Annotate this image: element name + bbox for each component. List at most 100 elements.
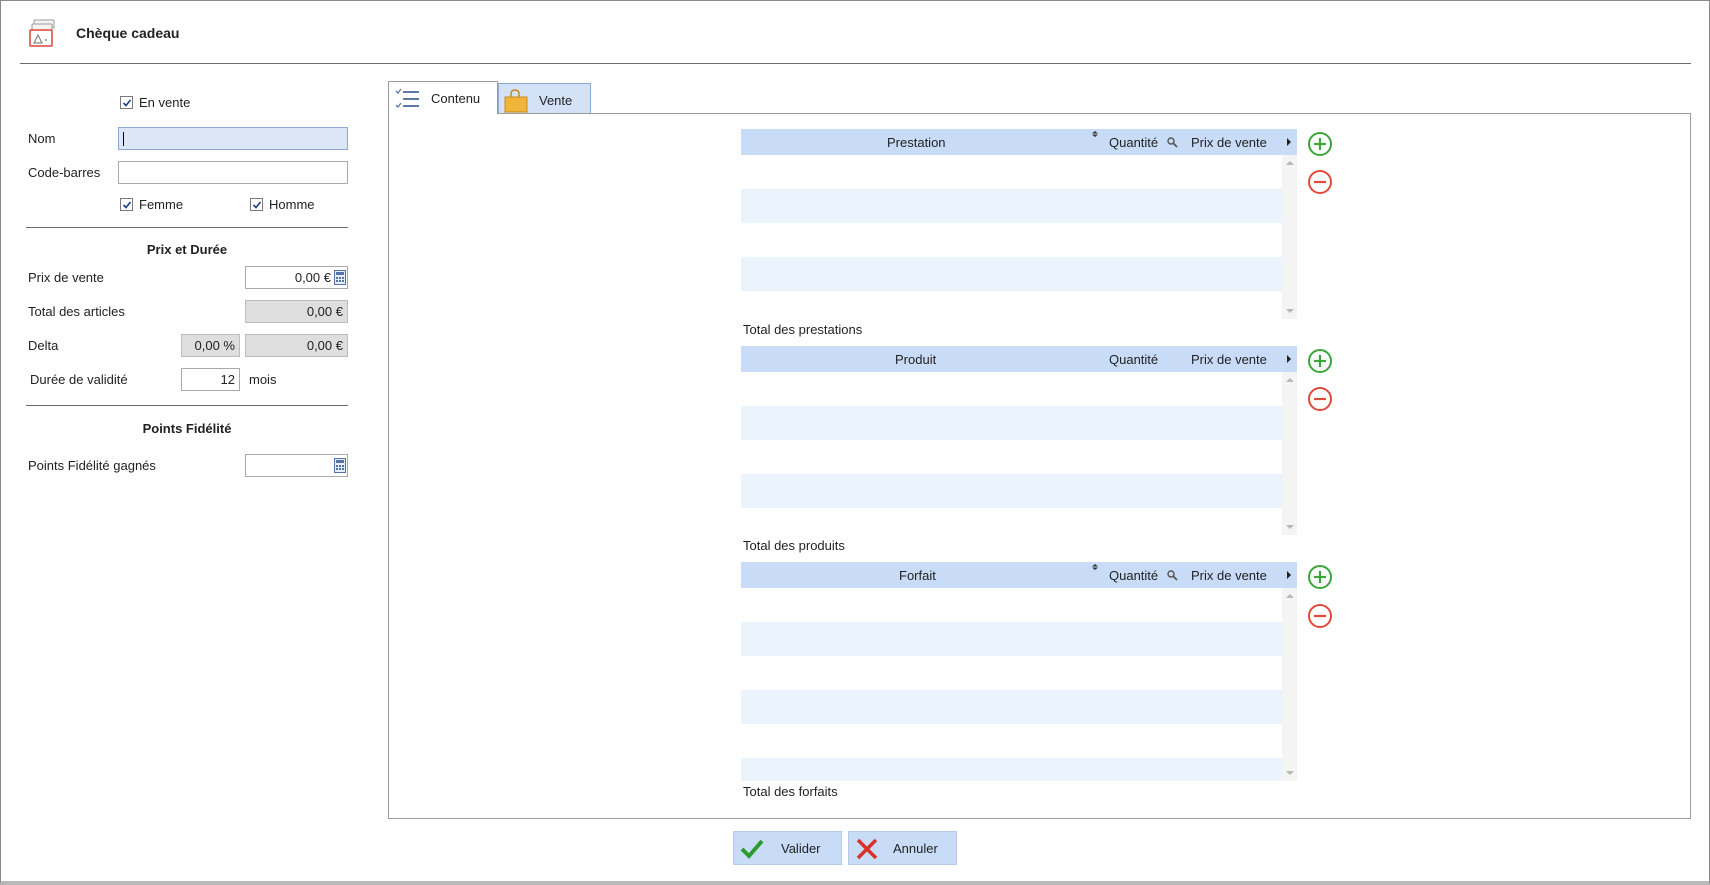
table-row[interactable] xyxy=(741,440,1282,474)
en-vente-checkbox[interactable] xyxy=(120,96,133,109)
nom-label: Nom xyxy=(28,131,56,146)
remove-forfait-button[interactable] xyxy=(1307,603,1333,629)
homme-label: Homme xyxy=(269,197,315,212)
tab-vente-label: Vente xyxy=(539,93,573,108)
total-prestations-label: Total des prestations xyxy=(743,322,863,337)
nom-input[interactable] xyxy=(118,127,348,150)
table-row[interactable] xyxy=(741,372,1282,406)
grid-body xyxy=(741,588,1282,781)
table-row[interactable] xyxy=(741,189,1282,223)
code-barres-input[interactable] xyxy=(118,161,348,184)
add-produit-button[interactable] xyxy=(1307,348,1333,374)
scroll-down-icon[interactable] xyxy=(1286,525,1294,529)
valider-button[interactable]: Valider xyxy=(733,831,842,865)
dialog-title: Chèque cadeau xyxy=(76,25,180,41)
grid-body xyxy=(741,372,1282,508)
points-fidelite-input[interactable] xyxy=(245,454,348,477)
shopping-bag-icon xyxy=(504,89,528,113)
table-row[interactable] xyxy=(741,223,1282,257)
grid-body xyxy=(741,155,1282,291)
duree-label: Durée de validité xyxy=(30,372,128,387)
scroll-right-icon[interactable] xyxy=(1287,138,1291,146)
cross-icon xyxy=(856,838,878,860)
scroll-up-icon[interactable] xyxy=(1286,378,1294,382)
homme-checkbox[interactable] xyxy=(250,198,263,211)
valider-label: Valider xyxy=(781,841,821,856)
grid-header: Produit Quantité Prix de vente xyxy=(741,346,1297,372)
checklist-icon xyxy=(395,88,419,108)
prestations-grid: Prestation Quantité Prix de vente xyxy=(741,129,1297,319)
table-row[interactable] xyxy=(741,588,1282,622)
tab-contenu-label: Contenu xyxy=(431,91,481,106)
calculator-icon[interactable] xyxy=(334,458,346,473)
section-divider xyxy=(26,227,348,228)
scroll-right-icon[interactable] xyxy=(1287,571,1291,579)
table-row[interactable] xyxy=(741,656,1282,690)
grid-header: Forfait Quantité Prix de vente xyxy=(741,562,1297,588)
fidelite-title: Points Fidélité xyxy=(142,421,232,436)
check-icon xyxy=(252,201,262,209)
table-row[interactable] xyxy=(741,474,1282,508)
total-articles-label: Total des articles xyxy=(28,304,125,319)
table-row[interactable] xyxy=(741,690,1282,724)
duree-unit: mois xyxy=(249,372,277,387)
column-header-forfait[interactable]: Forfait xyxy=(899,568,936,583)
femme-label: Femme xyxy=(139,197,184,212)
scroll-down-icon[interactable] xyxy=(1286,771,1294,775)
table-row[interactable] xyxy=(741,758,1282,781)
checkmark-icon xyxy=(740,839,764,859)
prix-vente-input[interactable]: 0,00 € xyxy=(245,266,348,289)
produits-grid: Produit Quantité Prix de vente xyxy=(741,346,1297,535)
grid-header: Prestation Quantité Prix de vente xyxy=(741,129,1297,155)
gift-voucher-icon xyxy=(29,19,55,47)
prix-vente-value: 0,00 € xyxy=(294,270,331,285)
text-caret xyxy=(123,132,124,146)
vertical-scrollbar[interactable] xyxy=(1282,155,1297,319)
table-row[interactable] xyxy=(741,406,1282,440)
search-icon[interactable] xyxy=(1167,570,1178,581)
column-header-prix-vente[interactable]: Prix de vente xyxy=(1191,135,1267,150)
column-header-quantite[interactable]: Quantité xyxy=(1109,352,1158,367)
sort-icon xyxy=(1092,131,1098,137)
check-icon xyxy=(122,201,132,209)
tab-contenu[interactable]: Contenu xyxy=(388,81,498,114)
table-row[interactable] xyxy=(741,155,1282,189)
column-header-quantite[interactable]: Quantité xyxy=(1109,135,1158,150)
column-header-prix-vente[interactable]: Prix de vente xyxy=(1191,352,1267,367)
vertical-scrollbar[interactable] xyxy=(1282,588,1297,781)
remove-prestation-button[interactable] xyxy=(1307,169,1333,195)
remove-produit-button[interactable] xyxy=(1307,386,1333,412)
prix-vente-label: Prix de vente xyxy=(28,270,104,285)
column-header-quantite[interactable]: Quantité xyxy=(1109,568,1158,583)
annuler-button[interactable]: Annuler xyxy=(848,831,957,865)
delta-label: Delta xyxy=(28,338,59,353)
total-forfaits-label: Total des forfaits xyxy=(743,784,838,799)
annuler-label: Annuler xyxy=(893,841,938,856)
code-barres-label: Code-barres xyxy=(28,165,101,180)
section-divider xyxy=(26,405,348,406)
calculator-icon[interactable] xyxy=(334,270,346,285)
total-articles-field: 0,00 € xyxy=(245,300,348,323)
search-icon[interactable] xyxy=(1167,137,1178,148)
add-prestation-button[interactable] xyxy=(1307,131,1333,157)
column-header-prestation[interactable]: Prestation xyxy=(887,135,946,150)
vertical-scrollbar[interactable] xyxy=(1282,372,1297,535)
column-header-prix-vente[interactable]: Prix de vente xyxy=(1191,568,1267,583)
table-row[interactable] xyxy=(741,724,1282,758)
points-fidelite-label: Points Fidélité gagnés xyxy=(28,458,156,473)
check-icon xyxy=(122,99,132,107)
scroll-up-icon[interactable] xyxy=(1286,161,1294,165)
table-row[interactable] xyxy=(741,257,1282,291)
scroll-down-icon[interactable] xyxy=(1286,309,1294,313)
femme-checkbox[interactable] xyxy=(120,198,133,211)
scroll-up-icon[interactable] xyxy=(1286,594,1294,598)
sort-icon xyxy=(1092,564,1098,570)
table-row[interactable] xyxy=(741,622,1282,656)
scroll-right-icon[interactable] xyxy=(1287,355,1291,363)
tab-vente[interactable]: Vente xyxy=(498,83,591,114)
add-forfait-button[interactable] xyxy=(1307,564,1333,590)
duree-input[interactable]: 12 xyxy=(181,368,240,391)
en-vente-label: En vente xyxy=(139,95,191,110)
delta-percent-field: 0,00 % xyxy=(181,334,240,357)
column-header-produit[interactable]: Produit xyxy=(895,352,936,367)
